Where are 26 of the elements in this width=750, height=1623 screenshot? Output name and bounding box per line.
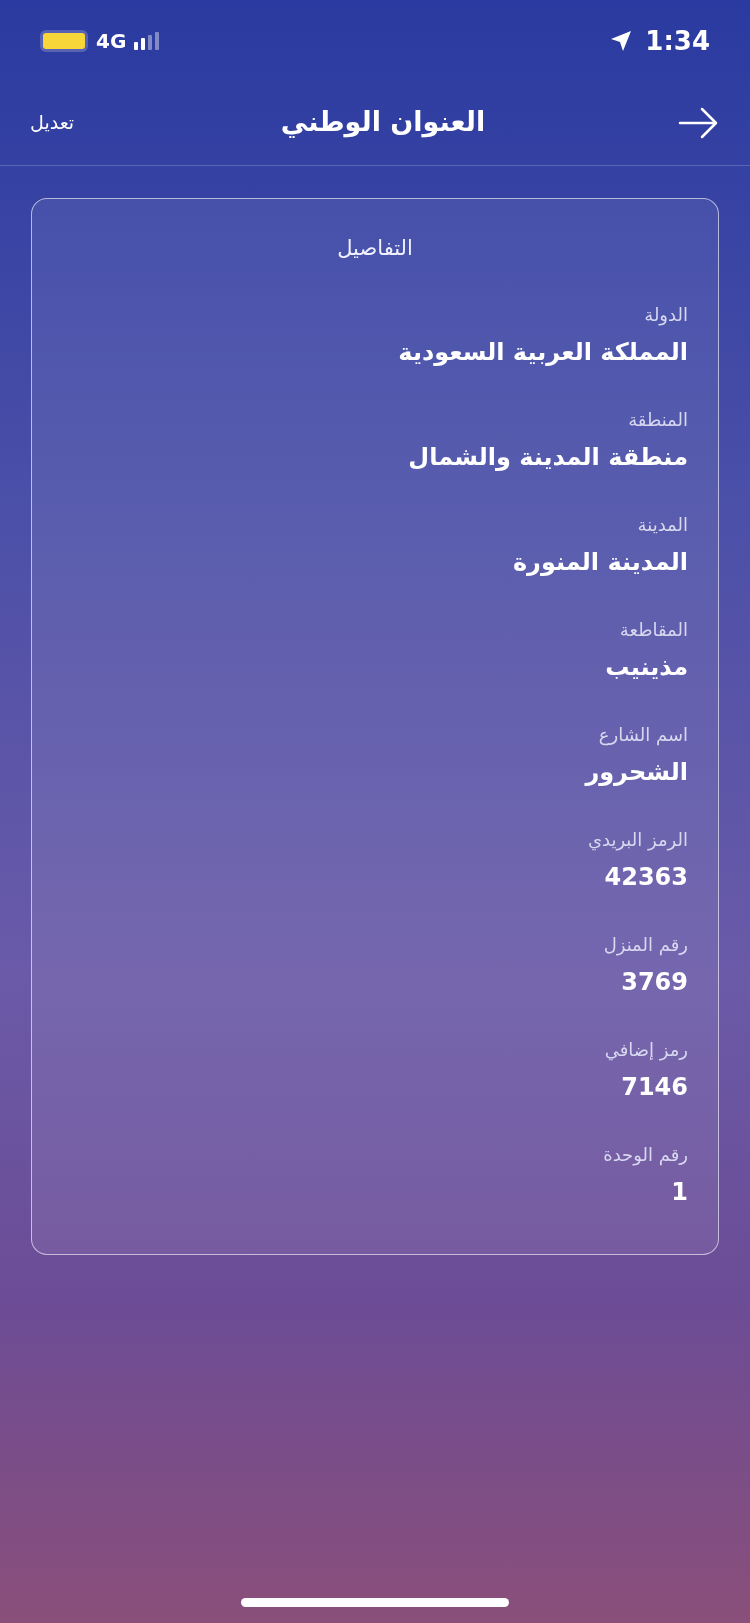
page-title: العنوان الوطني	[280, 105, 486, 140]
field-label: الدولة	[644, 302, 688, 328]
field-label: رمز إضافي	[604, 1037, 688, 1063]
card-title: التفاصيل	[336, 235, 414, 262]
field-label: المقاطعة	[619, 617, 688, 642]
field-label: الرمز البريدي	[587, 827, 688, 853]
signal-icon	[134, 32, 161, 50]
field-value: 7146	[621, 1071, 688, 1103]
status-time: 1:34	[645, 24, 710, 58]
field-value: الشحرور	[585, 756, 688, 788]
field-label: المنطقة	[628, 407, 688, 432]
field-value: 42363	[604, 861, 688, 893]
field-label: رقم الوحدة	[603, 1142, 688, 1168]
field-label: رقم المنزل	[603, 932, 688, 958]
network-label: 4G	[96, 28, 127, 55]
field-value: 3769	[621, 966, 688, 998]
location-arrow-icon	[609, 29, 634, 53]
field-label: المدينة	[637, 512, 688, 537]
edit-button[interactable]: تعديل	[30, 108, 90, 137]
field-value: مذينيب	[605, 651, 688, 683]
field-value: منطقة المدينة والشمال	[408, 441, 688, 473]
field-value: المدينة المنورة	[512, 546, 688, 578]
battery-icon	[40, 30, 88, 52]
field-label: اسم الشارع	[598, 722, 688, 748]
field-value: 1	[671, 1176, 688, 1208]
field-value: المملكة العربية السعودية	[398, 336, 688, 368]
